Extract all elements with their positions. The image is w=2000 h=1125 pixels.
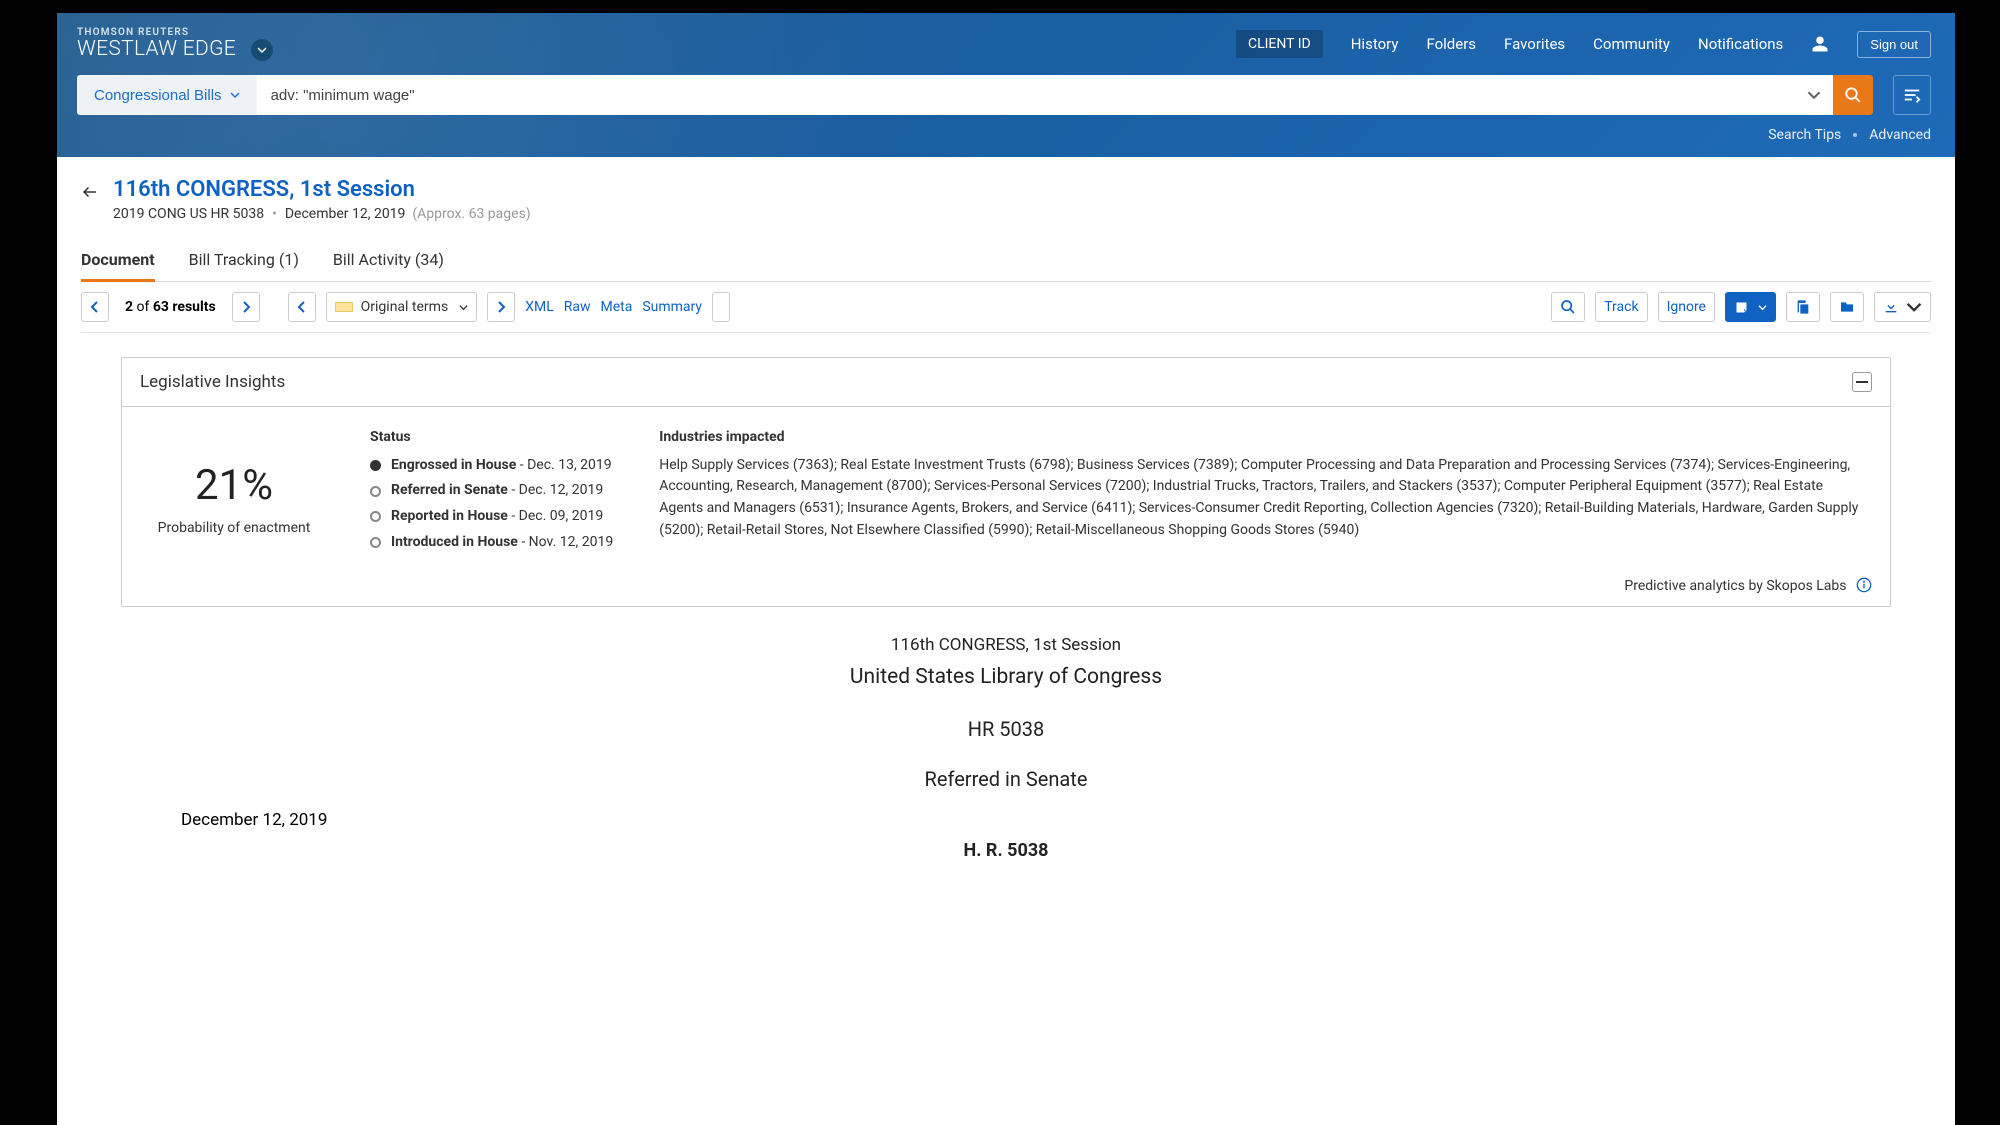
insights-credit: Predictive analytics by Skopos Labs bbox=[122, 571, 1890, 606]
next-result-button[interactable] bbox=[232, 292, 260, 322]
prev-result-button[interactable] bbox=[81, 292, 109, 322]
search-history-icon[interactable] bbox=[1807, 88, 1821, 102]
highlight-swatch-icon bbox=[335, 302, 353, 312]
minus-icon bbox=[1856, 381, 1868, 383]
search-input[interactable] bbox=[257, 75, 1807, 115]
nav-history[interactable]: History bbox=[1351, 35, 1399, 53]
industries-heading: Industries impacted bbox=[659, 427, 1868, 449]
document-meta: 2019 CONG US HR 5038•December 12, 2019 (… bbox=[113, 206, 531, 222]
signout-button[interactable]: Sign out bbox=[1857, 31, 1931, 58]
bill-congress-line: 116th CONGRESS, 1st Session bbox=[121, 631, 1891, 660]
tab-bill-activity[interactable]: Bill Activity (34) bbox=[333, 240, 444, 281]
display-options-button[interactable] bbox=[1725, 292, 1776, 322]
download-icon bbox=[1883, 299, 1899, 315]
search-scope-dropdown[interactable]: Congressional Bills bbox=[77, 75, 257, 115]
filter-button[interactable] bbox=[1893, 75, 1931, 115]
insights-title: Legislative Insights bbox=[140, 372, 285, 392]
document-title[interactable]: 116th CONGRESS, 1st Session bbox=[113, 177, 531, 202]
info-icon[interactable] bbox=[1856, 577, 1872, 593]
nav-notifications[interactable]: Notifications bbox=[1698, 35, 1783, 53]
note-icon bbox=[1734, 300, 1749, 315]
result-count: 2 of 63 results bbox=[119, 299, 222, 315]
save-to-folder-button[interactable] bbox=[1830, 292, 1864, 322]
search-icon bbox=[1560, 299, 1576, 315]
probability-label: Probability of enactment bbox=[144, 518, 324, 540]
filter-icon bbox=[1903, 87, 1921, 103]
tab-bill-tracking[interactable]: Bill Tracking (1) bbox=[189, 240, 299, 281]
status-dot-icon bbox=[370, 460, 381, 471]
bill-status-line: Referred in Senate bbox=[121, 762, 1891, 796]
term-highlight-dropdown[interactable]: Original terms bbox=[326, 292, 478, 322]
bill-number: HR 5038 bbox=[121, 712, 1891, 746]
industries-text: Help Supply Services (7363); Real Estate… bbox=[659, 455, 1868, 542]
prev-term-button[interactable] bbox=[288, 292, 316, 322]
nav-community[interactable]: Community bbox=[1593, 35, 1670, 53]
download-button[interactable] bbox=[1874, 292, 1931, 322]
separator-dot bbox=[1853, 133, 1857, 137]
track-button[interactable]: Track bbox=[1595, 292, 1647, 322]
ignore-button[interactable]: Ignore bbox=[1658, 292, 1715, 322]
annotation-button[interactable] bbox=[712, 292, 730, 322]
collapse-panel-button[interactable] bbox=[1852, 372, 1872, 392]
status-heading: Status bbox=[370, 427, 613, 449]
advanced-search-link[interactable]: Advanced bbox=[1869, 127, 1931, 143]
view-xml-link[interactable]: XML bbox=[525, 299, 554, 315]
search-icon bbox=[1844, 86, 1862, 104]
probability-value: 21% bbox=[144, 453, 324, 518]
view-meta-link[interactable]: Meta bbox=[601, 299, 633, 315]
search-button[interactable] bbox=[1833, 75, 1873, 115]
user-icon[interactable] bbox=[1811, 35, 1829, 53]
legislative-insights-panel: Legislative Insights 21% Probability of … bbox=[121, 357, 1891, 607]
nav-favorites[interactable]: Favorites bbox=[1504, 35, 1565, 53]
search-within-button[interactable] bbox=[1551, 292, 1585, 322]
view-raw-link[interactable]: Raw bbox=[564, 299, 591, 315]
bill-date: December 12, 2019 bbox=[121, 796, 1891, 836]
brand-title: WESTLAW EDGE bbox=[77, 38, 273, 61]
status-item: Referred in Senate - Dec. 12, 2019 bbox=[370, 480, 613, 502]
bill-source-line: United States Library of Congress bbox=[121, 660, 1891, 696]
back-arrow-icon[interactable] bbox=[81, 183, 99, 201]
client-id-button[interactable]: CLIENT ID bbox=[1236, 30, 1323, 58]
folder-icon bbox=[1839, 299, 1855, 315]
brand-logo[interactable]: THOMSON REUTERS WESTLAW EDGE bbox=[77, 27, 273, 61]
status-dot-icon bbox=[370, 511, 381, 522]
copy-icon bbox=[1795, 299, 1811, 315]
status-item: Introduced in House - Nov. 12, 2019 bbox=[370, 532, 613, 554]
status-item: Reported in House - Dec. 09, 2019 bbox=[370, 506, 613, 528]
brand-dropdown-icon[interactable] bbox=[251, 39, 273, 61]
view-summary-link[interactable]: Summary bbox=[642, 299, 702, 315]
tab-document[interactable]: Document bbox=[81, 240, 155, 281]
status-dot-icon bbox=[370, 486, 381, 497]
nav-folders[interactable]: Folders bbox=[1426, 35, 1476, 53]
copy-button[interactable] bbox=[1786, 292, 1820, 322]
bill-hr-line: H. R. 5038 bbox=[121, 836, 1891, 867]
search-tips-link[interactable]: Search Tips bbox=[1768, 127, 1841, 143]
status-item: Engrossed in House - Dec. 13, 2019 bbox=[370, 455, 613, 477]
next-term-button[interactable] bbox=[487, 292, 515, 322]
status-dot-icon bbox=[370, 537, 381, 548]
